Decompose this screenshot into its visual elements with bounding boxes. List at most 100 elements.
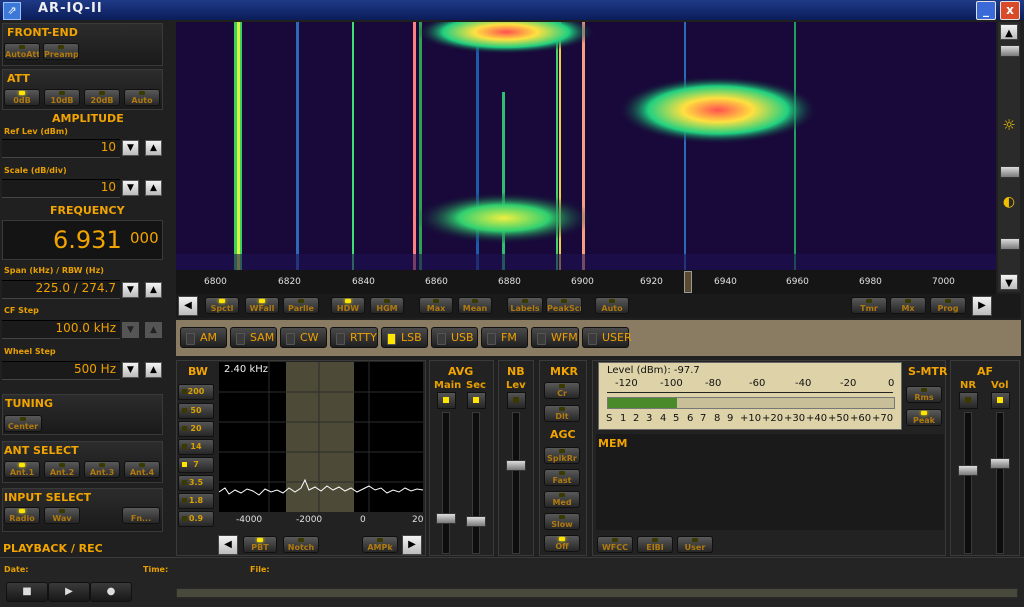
record-icon[interactable]: ● xyxy=(90,582,132,602)
mode-lsb-button[interactable]: LSB xyxy=(381,327,428,348)
nr-slider[interactable] xyxy=(964,412,972,554)
att-10db-button[interactable]: 10dB xyxy=(44,89,80,106)
scale-value[interactable]: 10 xyxy=(2,179,120,198)
filter-spectrum[interactable] xyxy=(218,362,424,512)
bw-7-button[interactable]: 7 xyxy=(178,457,214,473)
marker-cr-button[interactable]: Cr xyxy=(544,382,580,399)
smtr-rms-button[interactable]: Rms xyxy=(906,386,942,403)
ref-lev-value[interactable]: 10 xyxy=(2,139,120,158)
avg-sec-toggle[interactable] xyxy=(467,392,486,409)
ant1-button[interactable]: Ant.1 xyxy=(4,461,40,478)
scroll-down-arrow-icon[interactable]: ▼ xyxy=(1000,274,1018,290)
cf-step-down-arrow-icon[interactable]: ▼ xyxy=(122,322,139,338)
labels-button[interactable]: Labels xyxy=(507,297,543,314)
mode-fm-button[interactable]: FM xyxy=(481,327,528,348)
nr-toggle[interactable] xyxy=(959,392,978,409)
program-button[interactable]: Prog xyxy=(930,297,966,314)
ampk-button[interactable]: AMPk xyxy=(362,536,398,553)
wheel-step-value[interactable]: 500 Hz xyxy=(2,361,120,380)
bw-3.5-button[interactable]: 3.5 xyxy=(178,475,214,491)
scroll-right-arrow-icon[interactable]: ▶ xyxy=(972,296,992,316)
playback-position-bar[interactable] xyxy=(176,588,1018,598)
bw-1.8-button[interactable]: 1.8 xyxy=(178,493,214,509)
waterfall-display[interactable] xyxy=(176,22,996,270)
auto-scale-button[interactable]: Auto xyxy=(595,297,629,314)
mode-am-button[interactable]: AM xyxy=(180,327,227,348)
bw-right-arrow-icon[interactable]: ▶ xyxy=(402,535,422,555)
avg-main-toggle[interactable] xyxy=(437,392,456,409)
ref-lev-up-arrow-icon[interactable]: ▲ xyxy=(145,140,162,156)
att-auto-button[interactable]: Auto xyxy=(124,89,160,106)
mode-rtty-button[interactable]: RTTY xyxy=(330,327,378,348)
volume-slider-knob[interactable] xyxy=(990,458,1010,469)
app-icon[interactable]: ⇗ xyxy=(3,2,21,20)
parallel-button[interactable]: Parlle xyxy=(283,297,319,314)
volume-slider[interactable] xyxy=(996,412,1004,554)
ant3-button[interactable]: Ant.3 xyxy=(84,461,120,478)
mode-sam-button[interactable]: SAM xyxy=(230,327,277,348)
memory-list[interactable] xyxy=(596,434,944,530)
mean-button[interactable]: Mean xyxy=(458,297,492,314)
agc-fast-button[interactable]: Fast xyxy=(544,469,580,486)
avg-sec-slider-knob[interactable] xyxy=(466,516,486,527)
wav-input-button[interactable]: Wav xyxy=(44,507,80,524)
file-browse-button[interactable]: Fn... xyxy=(122,507,160,524)
scale-down-arrow-icon[interactable]: ▼ xyxy=(122,180,139,196)
contrast-slider-knob[interactable] xyxy=(1000,166,1020,178)
agc-slow-button[interactable]: Slow xyxy=(544,513,580,530)
spectrum-button[interactable]: Spctl xyxy=(205,297,239,314)
mode-user-button[interactable]: USER xyxy=(582,327,632,348)
mode-cw-button[interactable]: CW xyxy=(280,327,327,348)
nr-slider-knob[interactable] xyxy=(958,465,978,476)
ant4-button[interactable]: Ant.4 xyxy=(124,461,160,478)
mx-button[interactable]: Mx xyxy=(890,297,926,314)
avg-sec-slider[interactable] xyxy=(472,412,480,554)
ant2-button[interactable]: Ant.2 xyxy=(44,461,80,478)
level-slider-knob[interactable] xyxy=(1000,238,1020,250)
brightness-slider-knob[interactable] xyxy=(1000,45,1020,57)
notch-button[interactable]: Notch xyxy=(283,536,319,553)
marker-delete-button[interactable]: Dlt xyxy=(544,405,580,422)
mem-user-button[interactable]: User xyxy=(677,536,713,553)
mode-usb-button[interactable]: USB xyxy=(431,327,478,348)
cf-step-up-arrow-icon[interactable]: ▲ xyxy=(145,322,162,338)
bw-0.9-button[interactable]: 0.9 xyxy=(178,511,214,527)
agc-off-button[interactable]: Off xyxy=(544,535,580,552)
autoatt-button[interactable]: AutoAtt xyxy=(4,43,40,60)
nb-toggle[interactable] xyxy=(507,392,526,409)
hgm-button[interactable]: HGM xyxy=(370,297,404,314)
vol-toggle[interactable] xyxy=(991,392,1010,409)
scale-up-arrow-icon[interactable]: ▲ xyxy=(145,180,162,196)
scroll-left-arrow-icon[interactable]: ◀ xyxy=(178,296,198,316)
bw-20-button[interactable]: 20 xyxy=(178,421,214,437)
ref-lev-down-arrow-icon[interactable]: ▼ xyxy=(122,140,139,156)
mem-wfcc-button[interactable]: WFCC xyxy=(597,536,633,553)
pbt-button[interactable]: PBT xyxy=(243,536,277,553)
span-down-arrow-icon[interactable]: ▼ xyxy=(122,282,139,298)
span-up-arrow-icon[interactable]: ▲ xyxy=(145,282,162,298)
preamp-button[interactable]: Preamp xyxy=(43,43,79,60)
bw-200-button[interactable]: 200 xyxy=(178,384,214,400)
avg-main-slider-knob[interactable] xyxy=(436,513,456,524)
mode-wfm-button[interactable]: WFM xyxy=(531,327,579,348)
agc-med-button[interactable]: Med xyxy=(544,491,580,508)
bw-14-button[interactable]: 14 xyxy=(178,439,214,455)
play-icon[interactable]: ▶ xyxy=(48,582,90,602)
center-button[interactable]: Center xyxy=(4,415,42,432)
frequency-display[interactable]: 6.931 000 xyxy=(2,220,163,260)
nb-level-slider[interactable] xyxy=(512,412,520,554)
peak-scr-button[interactable]: PeakScr xyxy=(546,297,582,314)
smtr-peak-button[interactable]: Peak xyxy=(906,409,942,426)
tuning-marker[interactable] xyxy=(684,271,692,293)
agc-splkrr-button[interactable]: SplkRr xyxy=(544,447,580,464)
wheel-step-down-arrow-icon[interactable]: ▼ xyxy=(122,362,139,378)
close-button[interactable]: x xyxy=(1000,1,1020,20)
nb-level-slider-knob[interactable] xyxy=(506,460,526,471)
timer-button[interactable]: Tmr xyxy=(851,297,887,314)
radio-input-button[interactable]: Radio xyxy=(4,507,40,524)
att-0db-button[interactable]: 0dB xyxy=(4,89,40,106)
minimize-button[interactable]: _ xyxy=(976,1,996,20)
waterfall-button[interactable]: WFall xyxy=(245,297,279,314)
hdw-button[interactable]: HDW xyxy=(331,297,365,314)
bw-left-arrow-icon[interactable]: ◀ xyxy=(218,535,238,555)
